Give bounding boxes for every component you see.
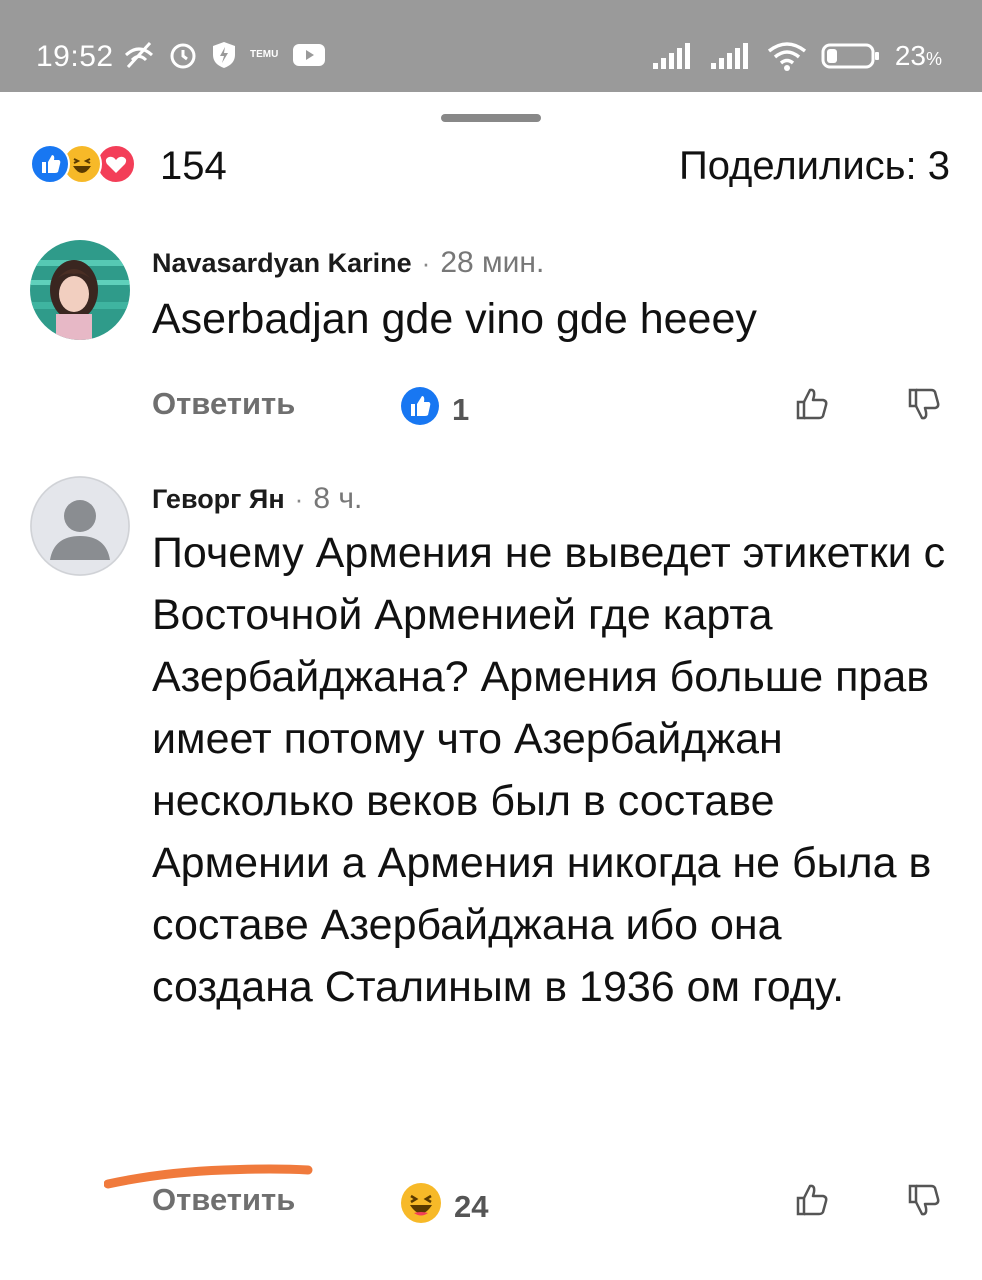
thumbs-down-icon[interactable] [904, 384, 944, 429]
signal-bars-icon [709, 43, 753, 69]
avatar[interactable] [30, 476, 130, 576]
shares-count[interactable]: Поделились: 3 [679, 144, 950, 189]
comment: Геворг Ян · 8 ч. Почему Армения не вывед… [30, 476, 960, 1236]
reply-button[interactable]: Ответить [152, 386, 295, 422]
comment-time[interactable]: 8 ч. [313, 482, 362, 516]
status-time: 19:52 [36, 40, 114, 73]
comment-author[interactable]: Navasardyan Karine [152, 248, 412, 279]
temu-app-icon: TEMU [250, 49, 279, 60]
battery-percent: 23 [894, 40, 926, 71]
status-bar: 19:52 TEMU 23% [0, 0, 982, 92]
reaction-count: 24 [454, 1189, 489, 1224]
love-icon [96, 144, 136, 184]
comment-reactions[interactable]: 1 [400, 386, 469, 434]
battery-icon [821, 42, 881, 70]
thumbs-up-icon[interactable] [792, 1180, 832, 1225]
reactions-stack[interactable] [30, 144, 150, 188]
post-reactions-summary: 154 Поделились: 3 [30, 138, 950, 198]
comment-actions: Ответить 1 [152, 386, 952, 436]
comment-author[interactable]: Геворг Ян [152, 484, 285, 515]
comment-text: Aserbadjan gde vino gde heeey [152, 295, 757, 343]
avatar[interactable] [30, 240, 130, 340]
shield-bolt-icon [212, 41, 236, 69]
wifi-off-icon [124, 41, 154, 69]
separator-dot: · [294, 484, 304, 514]
highlight-underline [104, 1164, 313, 1189]
like-icon [30, 144, 70, 184]
reactions-count[interactable]: 154 [160, 144, 227, 189]
comment-time[interactable]: 28 мин. [440, 246, 544, 280]
thumbs-up-icon[interactable] [792, 384, 832, 429]
signal-bars-icon [651, 43, 695, 69]
separator-dot: · [421, 248, 431, 278]
haha-icon [400, 1182, 442, 1232]
wifi-icon [767, 41, 807, 71]
comment-reactions[interactable]: 24 [400, 1182, 488, 1232]
battery-percent-suffix: % [925, 49, 942, 69]
like-icon [400, 386, 440, 434]
alarm-icon [168, 40, 198, 70]
sheet-drag-handle[interactable] [441, 114, 541, 122]
youtube-icon [292, 43, 326, 67]
comment-text: Почему Армения не выведет этикетки с Вос… [152, 529, 946, 1011]
comment: Navasardyan Karine · 28 мин. Aserbadjan … [30, 240, 960, 440]
thumbs-down-icon[interactable] [904, 1180, 944, 1225]
reaction-count: 1 [452, 392, 470, 427]
